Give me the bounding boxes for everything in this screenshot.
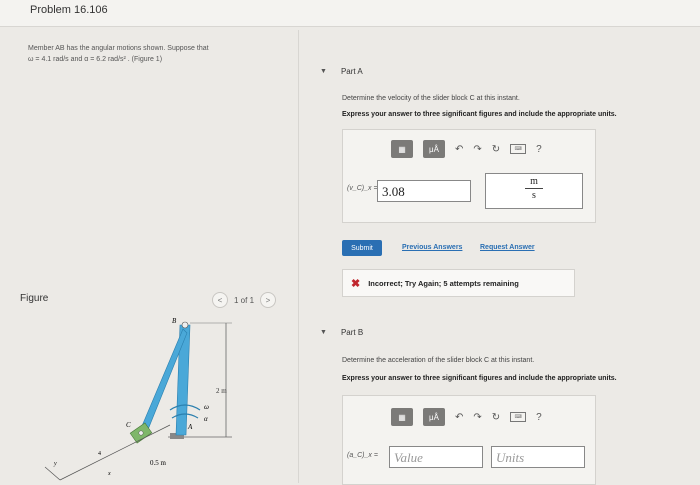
redo-icon[interactable]: ↷ bbox=[473, 412, 481, 423]
units-numerator: m bbox=[530, 176, 538, 187]
template-button[interactable]: ▦ bbox=[391, 408, 413, 426]
omega-label: ω bbox=[204, 403, 209, 411]
x-axis-label: x bbox=[107, 471, 111, 477]
keyboard-icon[interactable]: ⌨ bbox=[510, 412, 527, 422]
part-a-value-field[interactable]: 3.08 bbox=[377, 180, 471, 202]
problem-statement: Member AB has the angular motions shown.… bbox=[28, 43, 293, 89]
help-icon[interactable]: ? bbox=[536, 144, 542, 155]
reset-icon[interactable]: ↻ bbox=[492, 412, 500, 423]
part-a-label: Part A bbox=[340, 67, 363, 76]
point-B-label: B bbox=[172, 317, 177, 325]
part-a-answer-box: ▦ μÅ ↶ ↷ ↻ ⌨ ? (v_C)_x = 3.08 m s bbox=[342, 129, 596, 223]
part-a-units-field[interactable]: m s bbox=[485, 173, 583, 209]
problem-header: Problem 16.106 bbox=[0, 0, 700, 27]
submit-button[interactable]: Submit bbox=[342, 240, 382, 256]
units-button[interactable]: μÅ bbox=[423, 408, 445, 426]
figure-pager: < 1 of 1 > bbox=[212, 292, 277, 308]
part-b-units-field[interactable]: Units bbox=[491, 446, 585, 468]
problem-title: Problem 16.106 bbox=[30, 4, 108, 16]
prev-figure-button[interactable]: < bbox=[212, 292, 228, 308]
problem-line-2[interactable]: ω = 4.1 rad/s and α = 6.2 rad/s² . (Figu… bbox=[28, 54, 293, 65]
part-a-instruction: Express your answer to three significant… bbox=[342, 111, 617, 118]
collapse-chevron-icon[interactable]: ▼ bbox=[320, 68, 327, 75]
collapse-chevron-icon[interactable]: ▼ bbox=[320, 329, 327, 336]
point-A-label: A bbox=[187, 423, 193, 431]
right-panel: ▼ Part A Determine the velocity of the s… bbox=[300, 27, 700, 485]
part-b-variable: (a_C)_x = bbox=[347, 452, 378, 459]
part-a-header[interactable]: ▼ Part A bbox=[320, 67, 363, 76]
feedback-message: ✖ Incorrect; Try Again; 5 attempts remai… bbox=[342, 269, 575, 297]
incorrect-x-icon: ✖ bbox=[351, 277, 361, 290]
units-placeholder: Units bbox=[496, 450, 525, 465]
left-panel: Member AB has the angular motions shown.… bbox=[0, 27, 300, 483]
alpha-label: α bbox=[204, 415, 208, 423]
previous-answers-link[interactable]: Previous Answers bbox=[402, 244, 462, 251]
next-figure-button[interactable]: > bbox=[260, 292, 277, 308]
problem-line-1: Member AB has the angular motions shown.… bbox=[28, 45, 209, 52]
units-denominator: s bbox=[532, 190, 536, 201]
undo-icon[interactable]: ↶ bbox=[455, 144, 463, 155]
keyboard-icon[interactable]: ⌨ bbox=[510, 144, 527, 154]
point-C-label: C bbox=[126, 421, 131, 429]
template-button[interactable]: ▦ bbox=[391, 140, 413, 158]
value-placeholder: Value bbox=[394, 450, 423, 465]
figure-label: Figure bbox=[20, 293, 49, 304]
units-button[interactable]: μÅ bbox=[423, 140, 445, 158]
undo-icon[interactable]: ↶ bbox=[455, 412, 463, 423]
base-dimension-label: 0.5 m bbox=[150, 459, 167, 467]
part-a-variable: (v_C)_x = bbox=[347, 185, 378, 192]
part-b-toolbar: ▦ μÅ ↶ ↷ ↻ ⌨ ? bbox=[391, 408, 542, 426]
y-axis-label: y bbox=[53, 461, 57, 467]
request-answer-link[interactable]: Request Answer bbox=[480, 244, 535, 251]
height-dimension-label: 2 m bbox=[216, 387, 227, 395]
part-b-instruction: Express your answer to three significant… bbox=[342, 375, 617, 382]
help-icon[interactable]: ? bbox=[536, 412, 542, 423]
part-b-header[interactable]: ▼ Part B bbox=[320, 328, 363, 337]
part-a-toolbar: ▦ μÅ ↶ ↷ ↻ ⌨ ? bbox=[391, 140, 542, 158]
part-a-question: Determine the velocity of the slider blo… bbox=[342, 95, 520, 102]
angle-label: 4 bbox=[98, 451, 101, 457]
part-b-label: Part B bbox=[340, 328, 364, 337]
feedback-text: Incorrect; Try Again; 5 attempts remaini… bbox=[368, 278, 519, 288]
redo-icon[interactable]: ↷ bbox=[473, 144, 481, 155]
fraction-bar bbox=[525, 188, 543, 189]
part-b-answer-box: ▦ μÅ ↶ ↷ ↻ ⌨ ? (a_C)_x = Value Units bbox=[342, 395, 596, 485]
part-b-value-field[interactable]: Value bbox=[389, 446, 483, 468]
pager-text: 1 of 1 bbox=[234, 295, 255, 305]
reset-icon[interactable]: ↻ bbox=[492, 144, 500, 155]
mechanism-figure: 2 m B A C ω α 0.5 m 4 x y bbox=[44, 317, 232, 481]
panel-divider bbox=[298, 30, 299, 483]
part-b-question: Determine the acceleration of the slider… bbox=[342, 357, 535, 364]
